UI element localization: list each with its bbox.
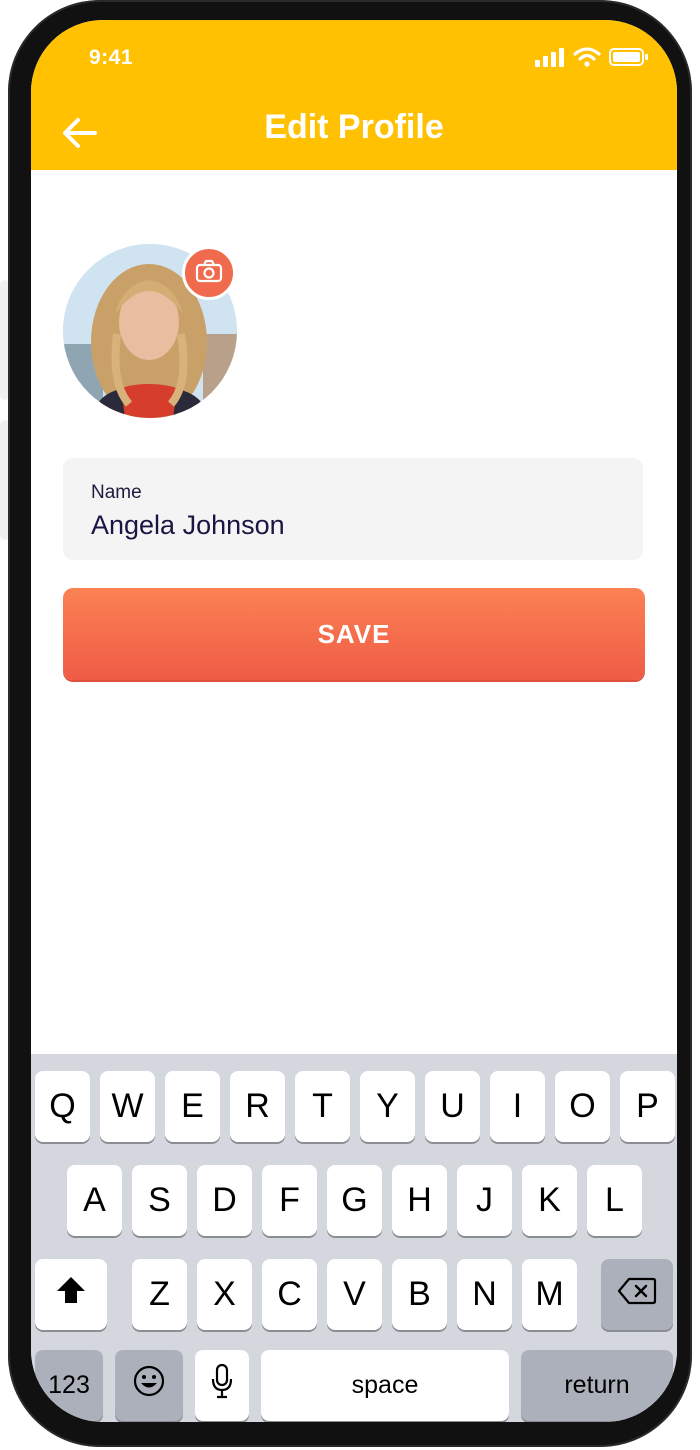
name-input[interactable]: [91, 510, 615, 541]
key-m[interactable]: M: [522, 1259, 577, 1330]
name-field[interactable]: Name: [63, 458, 643, 560]
key-e[interactable]: E: [165, 1071, 220, 1142]
phone-frame: 9:41 Edit Profile Name Angela Johnson SA…: [8, 0, 692, 1447]
key-p[interactable]: P: [620, 1071, 675, 1142]
key-i[interactable]: I: [490, 1071, 545, 1142]
return-key[interactable]: return: [521, 1350, 673, 1421]
key-s[interactable]: S: [132, 1165, 187, 1236]
key-y[interactable]: Y: [360, 1071, 415, 1142]
page-title: Edit Profile: [264, 108, 444, 146]
camera-icon: [195, 259, 223, 288]
key-z[interactable]: Z: [132, 1259, 187, 1330]
key-u[interactable]: U: [425, 1071, 480, 1142]
key-b[interactable]: B: [392, 1259, 447, 1330]
shift-icon: [55, 1275, 87, 1314]
name-label: Name: [91, 482, 142, 503]
app-header: 9:41 Edit Profile: [31, 20, 677, 170]
key-d[interactable]: D: [197, 1165, 252, 1236]
status-time: 9:41: [89, 46, 134, 69]
save-button[interactable]: SAVE: [63, 588, 645, 680]
key-g[interactable]: G: [327, 1165, 382, 1236]
key-j[interactable]: J: [457, 1165, 512, 1236]
dictation-key[interactable]: [195, 1350, 249, 1421]
key-n[interactable]: N: [457, 1259, 512, 1330]
microphone-icon: [211, 1363, 233, 1408]
numbers-key[interactable]: 123: [35, 1350, 103, 1421]
shift-key[interactable]: [35, 1259, 107, 1330]
wifi-icon: [573, 47, 601, 72]
key-t[interactable]: T: [295, 1071, 350, 1142]
signal-icon: [535, 47, 565, 72]
key-o[interactable]: O: [555, 1071, 610, 1142]
key-a[interactable]: A: [67, 1165, 122, 1236]
backspace-icon: [617, 1275, 657, 1314]
status-icons: [535, 47, 649, 72]
change-photo-button[interactable]: [182, 246, 236, 300]
key-c[interactable]: C: [262, 1259, 317, 1330]
emoji-key[interactable]: [115, 1350, 183, 1421]
phone-screen: 9:41 Edit Profile Name Angela Johnson SA…: [31, 20, 677, 1422]
key-k[interactable]: K: [522, 1165, 577, 1236]
key-r[interactable]: R: [230, 1071, 285, 1142]
key-x[interactable]: X: [197, 1259, 252, 1330]
key-w[interactable]: W: [100, 1071, 155, 1142]
key-f[interactable]: F: [262, 1165, 317, 1236]
emoji-icon: [132, 1364, 166, 1407]
key-q[interactable]: Q: [35, 1071, 90, 1142]
delete-key[interactable]: [601, 1259, 673, 1330]
key-l[interactable]: L: [587, 1165, 642, 1236]
battery-icon: [609, 47, 649, 72]
keyboard: Q W E R T Y U I O P A S D F G H J K L Z …: [31, 1054, 677, 1422]
key-h[interactable]: H: [392, 1165, 447, 1236]
key-v[interactable]: V: [327, 1259, 382, 1330]
space-key[interactable]: space: [261, 1350, 509, 1421]
